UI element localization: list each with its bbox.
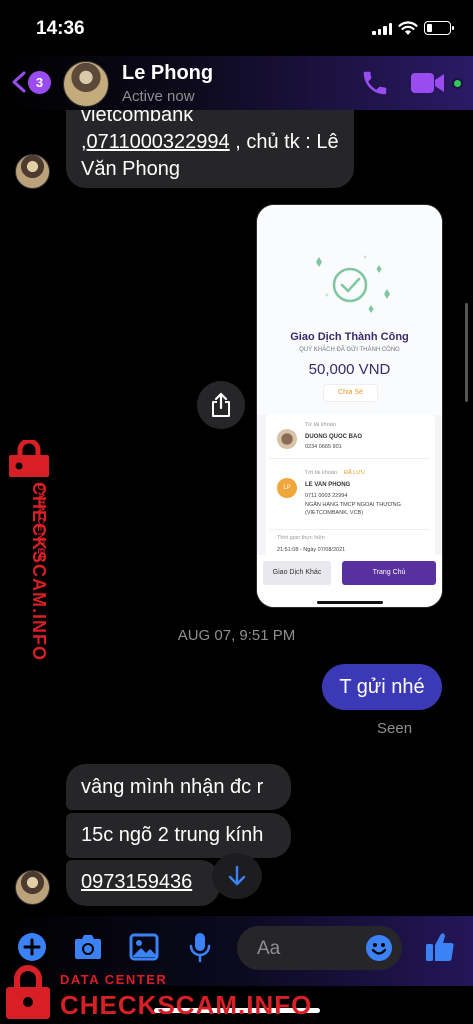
- screenshot-to-label: Tới tài khoản: [305, 470, 338, 476]
- unread-count-badge: 3: [28, 71, 51, 94]
- received-message[interactable]: vâng mình nhận đc r: [66, 764, 291, 810]
- message-input-placeholder: Aa: [257, 938, 281, 959]
- battery-level: [427, 24, 432, 32]
- message-text: 15c ngõ 2 trung kính: [81, 824, 264, 846]
- watermark-brand: CHECKSCAM.INFO: [60, 990, 313, 1020]
- plus-icon[interactable]: [17, 932, 47, 962]
- wifi-icon: [398, 21, 418, 35]
- screenshot-to-bank: NGÂN HÀNG TMCP NGOẠI THƯƠNG (VIETCOMBANK…: [305, 502, 401, 516]
- battery-icon: [424, 21, 454, 35]
- screenshot-home-indicator: [317, 601, 383, 604]
- phone-icon[interactable]: [360, 68, 390, 98]
- arrow-down-icon: [228, 865, 246, 886]
- screenshot-amount: 50,000 VND: [308, 361, 391, 378]
- contact-avatar[interactable]: [63, 61, 109, 107]
- sender-avatar[interactable]: [15, 154, 50, 189]
- screenshot-recipient-avatar: LP: [277, 478, 297, 498]
- screenshot-home-button: Trang Chủ: [342, 561, 436, 585]
- share-icon: [212, 392, 230, 417]
- cellular-signal-icon: [372, 23, 392, 35]
- screenshot-subtitle: QUÝ KHÁCH ĐÃ GỬI THÀNH CÔNG: [299, 347, 400, 353]
- screenshot-success-area: Giao Dịch Thành Công QUÝ KHÁCH ĐÃ GỬI TH…: [257, 205, 442, 415]
- emoji-icon[interactable]: [365, 934, 393, 962]
- lock-icon: [6, 965, 50, 1019]
- back-button[interactable]: 3: [10, 66, 56, 98]
- message-text: vâng mình nhận đc r: [81, 776, 264, 798]
- screenshot-from-label: Từ tài khoản: [305, 422, 336, 428]
- phone-number-link[interactable]: 0973159436: [81, 871, 192, 893]
- online-status-dot: [452, 78, 463, 89]
- screenshot-other-transaction-button: Giao Dịch Khác: [263, 561, 331, 585]
- account-number-link[interactable]: ,0711000322994: [81, 131, 230, 153]
- back-chevron-icon: [12, 71, 26, 93]
- message-line: , chủ tk : Lê: [229, 131, 339, 153]
- received-message[interactable]: 15c ngõ 2 trung kính: [66, 813, 291, 858]
- watermark-label: DATA CENTER: [60, 972, 168, 987]
- status-bar: 14:36: [0, 0, 473, 56]
- screenshot-title: Giao Dịch Thành Công: [290, 331, 409, 343]
- date-separator: AUG 07, 9:51 PM: [177, 627, 296, 644]
- screenshot-time-value: 21:51:08 - Ngày 07/08/2021: [277, 547, 346, 553]
- scroll-to-bottom-button[interactable]: [212, 853, 262, 899]
- screenshot-divider: [269, 458, 430, 459]
- lock-icon: [9, 440, 49, 477]
- received-message-phone-number[interactable]: 0973159436: [66, 860, 220, 906]
- watermark-vertical: CHECKSCAM.INFO DATA CENTER: [6, 440, 52, 661]
- watermark-label: DATA CENTER: [36, 484, 46, 564]
- sent-message[interactable]: T gửi nhé: [322, 664, 442, 710]
- contact-status: Active now: [122, 88, 195, 105]
- success-check-icon: [316, 255, 390, 313]
- transaction-screenshot-image[interactable]: Giao Dịch Thành Công QUÝ KHÁCH ĐÃ GỬI TH…: [256, 204, 443, 608]
- status-time: 14:36: [36, 18, 85, 39]
- screenshot-to-account: 0711 0003 22994: [305, 493, 348, 499]
- screenshot-to-name: LE VAN PHONG: [305, 482, 351, 488]
- seen-indicator: Seen: [377, 720, 413, 737]
- share-image-button[interactable]: [197, 381, 245, 429]
- screenshot-share-label: Chia Sẻ: [323, 384, 378, 402]
- contact-name[interactable]: Le Phong: [122, 62, 213, 85]
- message-line: Văn Phong: [81, 158, 180, 180]
- thumbs-up-icon[interactable]: [424, 930, 456, 964]
- screenshot-from-account: 0234 0665 901: [305, 444, 342, 450]
- screenshot-divider: [269, 529, 430, 530]
- camera-icon[interactable]: [72, 933, 104, 961]
- microphone-icon[interactable]: [188, 931, 212, 963]
- scrollbar[interactable]: [465, 303, 468, 402]
- message-input[interactable]: Aa: [237, 926, 402, 970]
- screenshot-saved-label: ĐÃ LƯU: [344, 470, 365, 476]
- chat-header: 3 Le Phong Active now: [0, 56, 473, 110]
- sender-avatar[interactable]: [15, 870, 50, 905]
- screenshot-sender-avatar: [277, 429, 297, 449]
- screenshot-time-label: Thời gian thực hiện: [277, 535, 325, 541]
- screenshot-from-name: DUONG QUOC BAO: [305, 434, 362, 440]
- video-icon[interactable]: [410, 70, 446, 96]
- gallery-icon[interactable]: [129, 933, 159, 961]
